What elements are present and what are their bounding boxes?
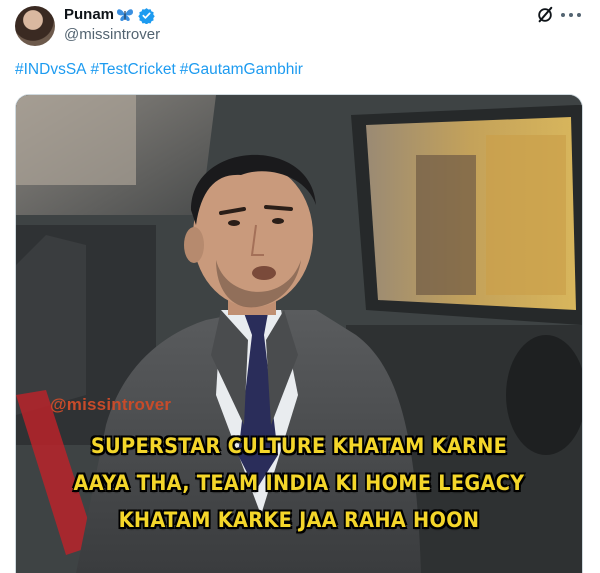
verified-badge-icon[interactable]: [138, 7, 155, 24]
author-name-row: Punam: [64, 6, 155, 24]
caption-line: KHATAM KARKE JAA RAHA HOON: [118, 508, 480, 532]
hashtag-link[interactable]: #GautamGambhir: [180, 61, 303, 78]
more-options-icon[interactable]: [561, 6, 581, 24]
author-avatar[interactable]: [15, 6, 55, 46]
tweet-text: #INDvsSA #TestCricket #GautamGambhir: [15, 60, 307, 80]
butterfly-emoji-icon: [116, 7, 134, 23]
author-handle[interactable]: @missintrover: [64, 26, 160, 43]
grok-icon[interactable]: [536, 6, 554, 24]
hashtag-link[interactable]: #INDvsSA: [15, 61, 87, 78]
hashtag-link[interactable]: #TestCricket: [91, 61, 176, 78]
caption-line: SUPERSTAR CULTURE KHATAM KARNE: [90, 434, 508, 458]
author-display-name[interactable]: Punam: [64, 6, 114, 24]
tweet-media-image[interactable]: @missintrover SUPERSTAR CULTURE KHATAM K…: [15, 94, 583, 573]
meme-caption: SUPERSTAR CULTURE KHATAM KARNE AAYA THA,…: [39, 428, 560, 539]
image-watermark: @missintrover: [50, 395, 172, 414]
caption-line: AAYA THA, TEAM INDIA KI HOME LEGACY: [73, 471, 525, 495]
